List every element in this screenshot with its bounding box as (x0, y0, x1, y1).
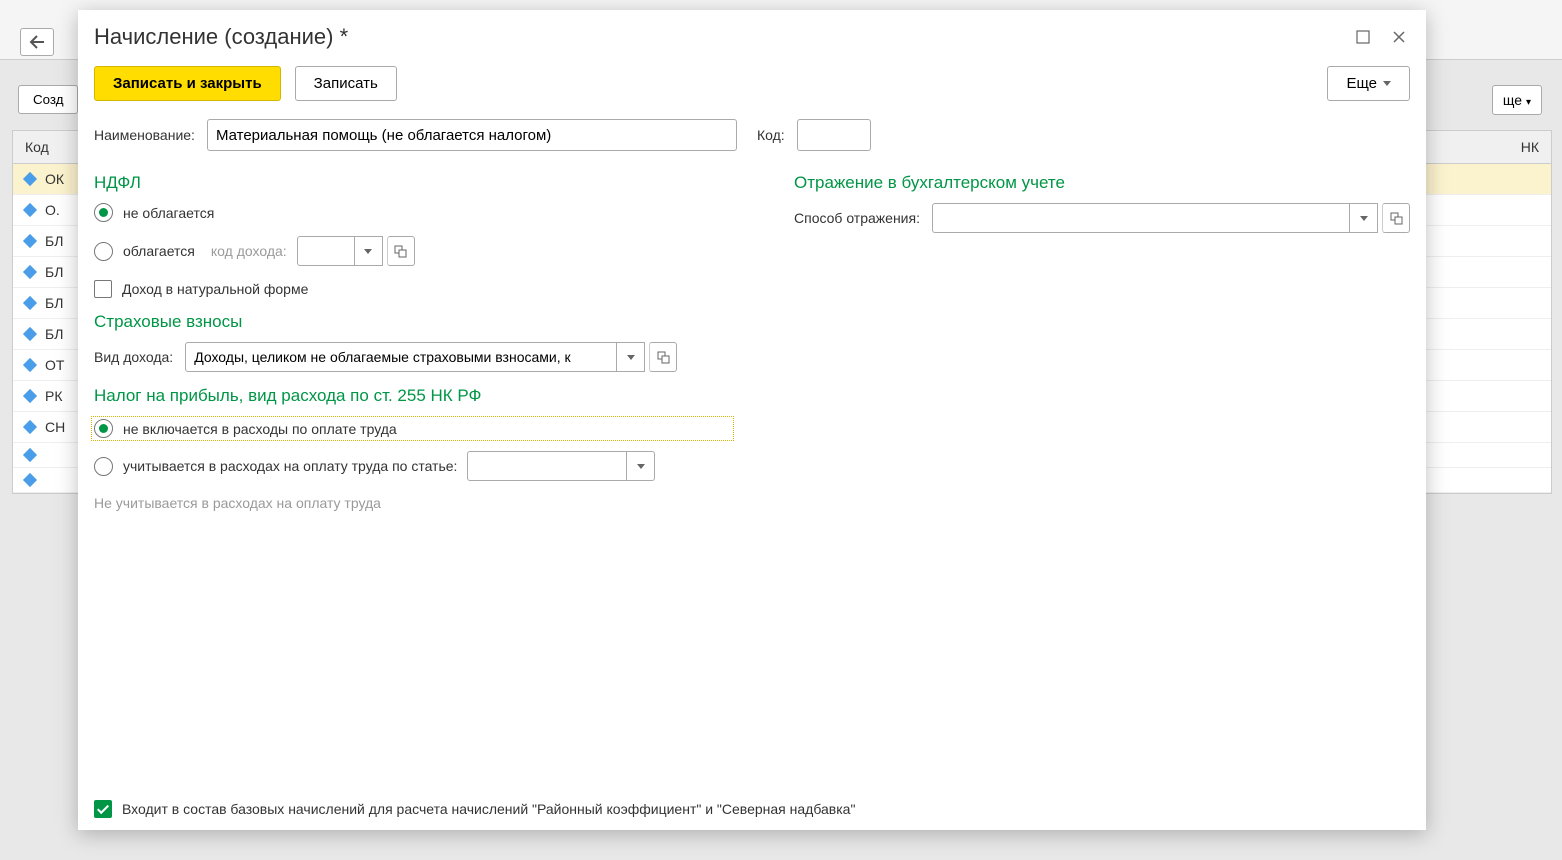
section-insurance: Страховые взносы (94, 312, 734, 332)
accounting-method-dropdown[interactable] (1350, 203, 1378, 233)
income-type-label: Вид дохода: (94, 349, 173, 365)
checkbox-base-accrual[interactable] (94, 800, 112, 818)
checkbox-natural-income-label: Доход в натуральной форме (122, 281, 308, 297)
close-icon[interactable] (1388, 26, 1410, 48)
diamond-icon (23, 265, 37, 279)
radio-ndfl-not-taxed[interactable] (94, 203, 113, 222)
profit-tax-note: Не учитывается в расходах на оплату труд… (94, 495, 734, 511)
dialog-footer: Входит в состав базовых начислений для р… (78, 788, 1426, 830)
section-profit-tax: Налог на прибыль, вид расхода по ст. 255… (94, 386, 734, 406)
radio-not-included-label: не включается в расходы по оплате труда (123, 421, 397, 437)
diamond-icon (23, 296, 37, 310)
diamond-icon (23, 448, 37, 462)
section-ndfl: НДФЛ (94, 173, 734, 193)
income-code-input[interactable] (297, 236, 355, 266)
radio-ndfl-not-taxed-label: не облагается (123, 205, 214, 221)
more-button-bg[interactable]: ще ▾ (1492, 85, 1542, 115)
name-label: Наименование: (94, 127, 195, 143)
diamond-icon (23, 172, 37, 186)
income-code-dropdown[interactable] (355, 236, 383, 266)
diamond-icon (23, 358, 37, 372)
create-button-bg[interactable]: Созд (18, 85, 78, 114)
income-code-open[interactable] (387, 236, 415, 266)
diamond-icon (23, 389, 37, 403)
diamond-icon (23, 327, 37, 341)
maximize-icon[interactable] (1352, 26, 1374, 48)
save-button[interactable]: Записать (295, 66, 397, 101)
income-type-dropdown[interactable] (617, 342, 645, 372)
radio-by-article-label: учитывается в расходах на оплату труда п… (123, 458, 457, 474)
diamond-icon (23, 473, 37, 487)
radio-ndfl-taxed[interactable] (94, 242, 113, 261)
save-and-close-button[interactable]: Записать и закрыть (94, 66, 281, 101)
arrow-left-icon (29, 35, 45, 49)
back-button[interactable] (20, 28, 54, 56)
accounting-method-label: Способ отражения: (794, 210, 920, 226)
income-type-input[interactable] (185, 342, 617, 372)
accounting-method-open[interactable] (1382, 203, 1410, 233)
checkbox-natural-income[interactable] (94, 280, 112, 298)
name-input[interactable] (207, 119, 737, 151)
dialog-body: Наименование: Код: НДФЛ не облагается об… (78, 119, 1426, 788)
radio-by-article[interactable] (94, 457, 113, 476)
section-accounting: Отражение в бухгалтерском учете (794, 173, 1410, 193)
article-dropdown[interactable] (627, 451, 655, 481)
dialog-accrual: Начисление (создание) * Записать и закры… (78, 10, 1426, 830)
accounting-method-input[interactable] (932, 203, 1350, 233)
income-code-label: код дохода: (211, 243, 287, 259)
diamond-icon (23, 420, 37, 434)
dialog-title: Начисление (создание) * (94, 24, 1338, 50)
diamond-icon (23, 203, 37, 217)
dialog-toolbar: Записать и закрыть Записать Еще (78, 60, 1426, 119)
radio-not-included[interactable] (94, 419, 113, 438)
diamond-icon (23, 234, 37, 248)
more-button[interactable]: Еще (1327, 66, 1410, 101)
dialog-titlebar: Начисление (создание) * (78, 10, 1426, 60)
more-label-bg: ще (1503, 92, 1522, 108)
income-type-open[interactable] (649, 342, 677, 372)
radio-ndfl-taxed-label: облагается (123, 243, 195, 259)
code-input[interactable] (797, 119, 871, 151)
code-label: Код: (757, 127, 785, 143)
checkbox-base-accrual-label: Входит в состав базовых начислений для р… (122, 801, 855, 817)
article-input[interactable] (467, 451, 627, 481)
